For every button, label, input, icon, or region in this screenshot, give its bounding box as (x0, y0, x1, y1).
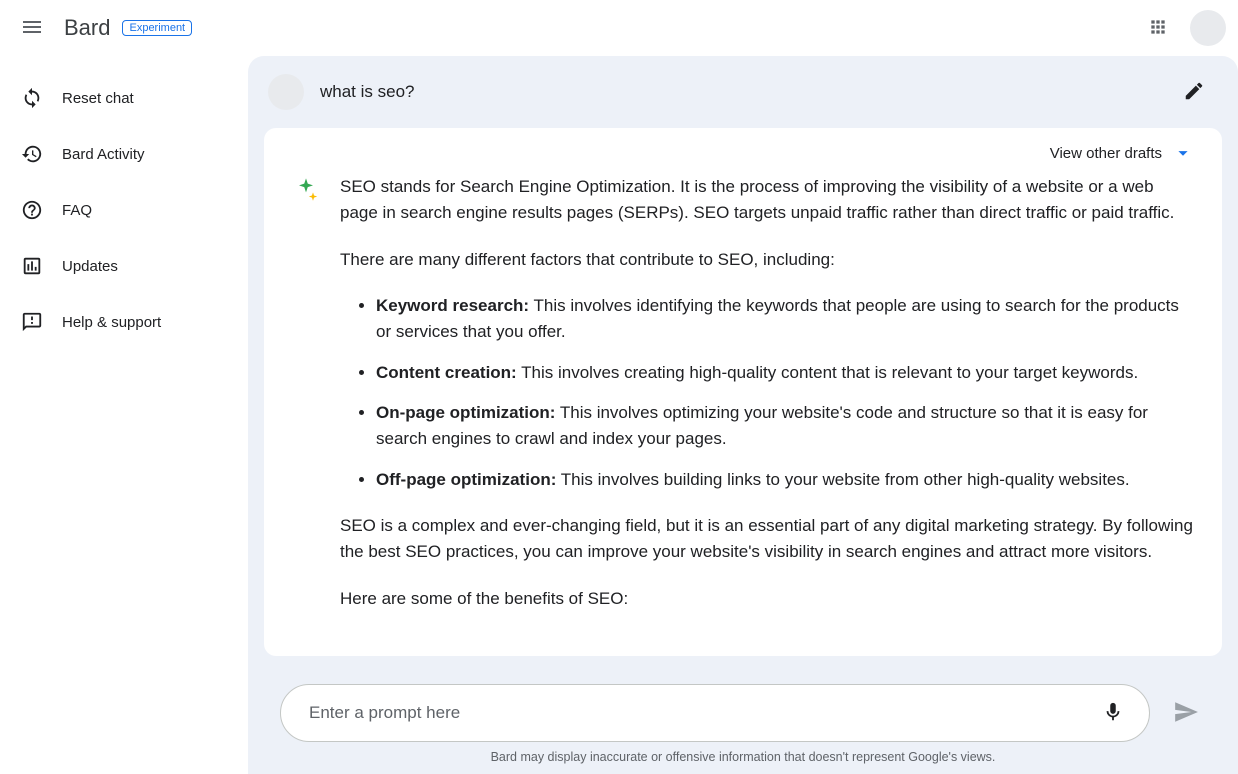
header-left: Bard Experiment (8, 4, 192, 52)
sidebar-item-help[interactable]: Help & support (12, 296, 236, 348)
account-avatar[interactable] (1190, 10, 1226, 46)
prompt-input[interactable] (309, 703, 1093, 723)
app-header: Bard Experiment (0, 0, 1238, 56)
brand-name: Bard (64, 15, 110, 41)
response-intro: SEO stands for Search Engine Optimizatio… (340, 174, 1194, 227)
edit-prompt-button[interactable] (1174, 72, 1214, 112)
view-drafts-label[interactable]: View other drafts (1050, 145, 1162, 162)
list-item: On-page optimization: This involves opti… (376, 400, 1194, 453)
main-menu-button[interactable] (8, 4, 56, 52)
conversation-scroll[interactable]: what is seo? View other drafts (248, 56, 1238, 672)
factor-term: On-page optimization: (376, 403, 555, 422)
list-item: Content creation: This involves creating… (376, 360, 1194, 386)
factor-term: Keyword research: (376, 296, 529, 315)
composer-area: Bard may display inaccurate or offensive… (248, 672, 1238, 774)
send-icon (1173, 699, 1199, 728)
updates-icon (20, 254, 44, 278)
sidebar: Reset chat Bard Activity FAQ Updates Hel… (0, 56, 248, 774)
sidebar-item-updates[interactable]: Updates (12, 240, 236, 292)
feedback-icon (20, 310, 44, 334)
microphone-button[interactable] (1093, 693, 1133, 733)
google-apps-button[interactable] (1138, 8, 1178, 48)
experiment-badge: Experiment (122, 20, 192, 36)
apps-grid-icon (1148, 17, 1168, 40)
sidebar-item-label: Help & support (62, 314, 161, 331)
factor-desc: This involves building links to your web… (556, 470, 1129, 489)
view-drafts-row[interactable]: View other drafts (292, 142, 1194, 164)
main-panel: what is seo? View other drafts (248, 56, 1238, 774)
header-right (1138, 8, 1226, 48)
microphone-icon (1102, 701, 1124, 726)
prompt-input-container[interactable] (280, 684, 1150, 742)
sidebar-item-label: FAQ (62, 202, 92, 219)
sidebar-item-label: Updates (62, 258, 118, 275)
list-item: Keyword research: This involves identify… (376, 293, 1194, 346)
send-button[interactable] (1166, 693, 1206, 733)
response-benefits-intro: Here are some of the benefits of SEO: (340, 586, 1194, 612)
factor-term: Off-page optimization: (376, 470, 556, 489)
response-card: View other drafts SEO stands for Search … (264, 128, 1222, 656)
bard-sparkle-icon (292, 176, 320, 632)
chevron-down-icon[interactable] (1172, 142, 1194, 164)
hamburger-icon (20, 15, 44, 42)
sidebar-item-reset-chat[interactable]: Reset chat (12, 72, 236, 124)
footer-disclaimer: Bard may display inaccurate or offensive… (280, 742, 1206, 768)
pencil-icon (1183, 80, 1205, 105)
reset-icon (20, 86, 44, 110)
factor-desc: This involves creating high-quality cont… (517, 363, 1138, 382)
response-conclusion: SEO is a complex and ever-changing field… (340, 513, 1194, 566)
response-factors-intro: There are many different factors that co… (340, 247, 1194, 273)
user-avatar (268, 74, 304, 110)
sidebar-item-label: Reset chat (62, 90, 134, 107)
help-icon (20, 198, 44, 222)
factors-list: Keyword research: This involves identify… (340, 293, 1194, 493)
factor-term: Content creation: (376, 363, 517, 382)
list-item: Off-page optimization: This involves bui… (376, 467, 1194, 493)
user-message-row: what is seo? (248, 56, 1238, 128)
sidebar-item-faq[interactable]: FAQ (12, 184, 236, 236)
response-text: SEO stands for Search Engine Optimizatio… (340, 174, 1194, 632)
history-icon (20, 142, 44, 166)
user-message-text: what is seo? (320, 82, 415, 102)
sidebar-item-activity[interactable]: Bard Activity (12, 128, 236, 180)
sidebar-item-label: Bard Activity (62, 146, 145, 163)
